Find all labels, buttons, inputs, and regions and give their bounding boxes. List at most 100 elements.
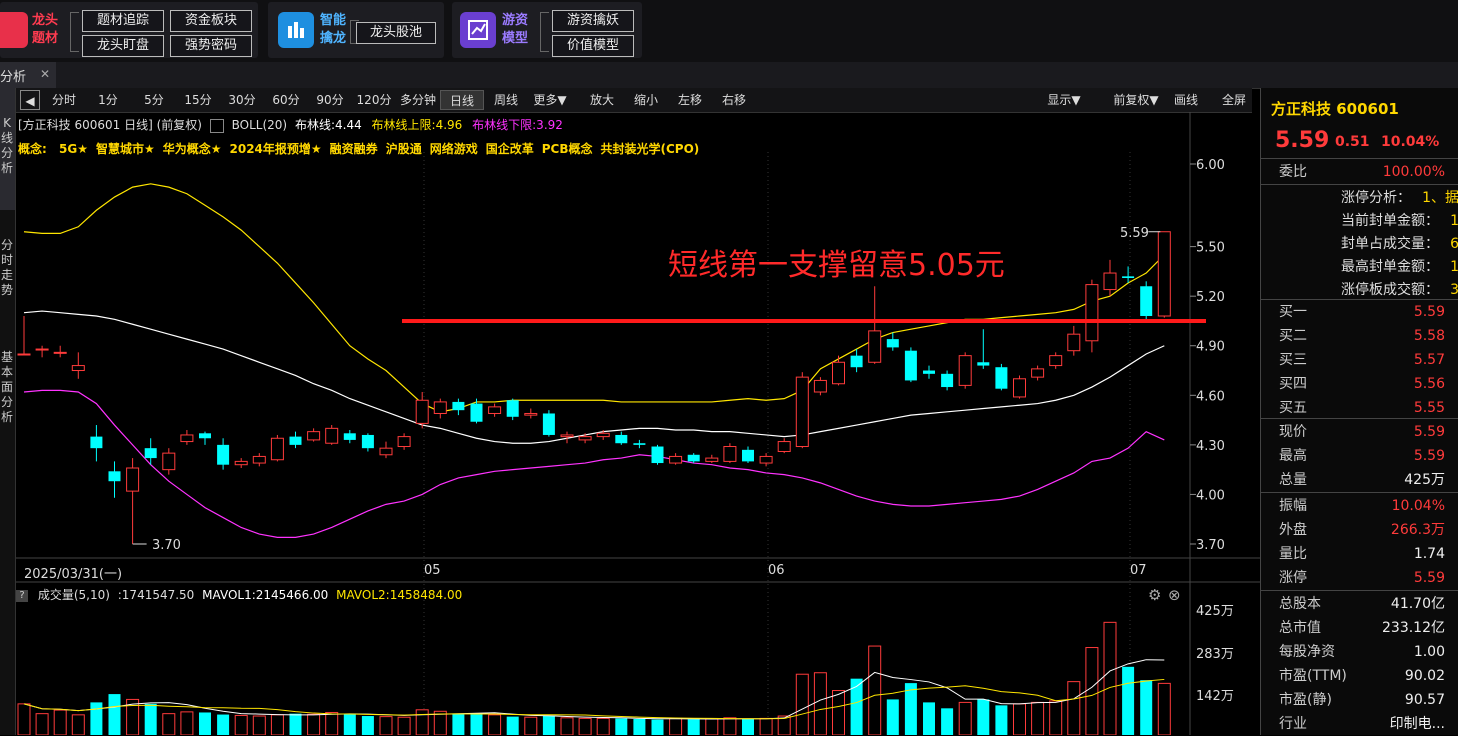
volume-bar bbox=[53, 709, 67, 735]
price-tick-label: 6.00 bbox=[1196, 158, 1225, 173]
collapse-icon[interactable]: ◀ bbox=[20, 90, 40, 110]
close-icon[interactable]: ⊗ bbox=[1168, 586, 1181, 604]
candle-body bbox=[813, 379, 827, 393]
candle-body bbox=[995, 367, 1008, 389]
candle-body bbox=[832, 361, 845, 385]
chart-area[interactable]: 6.00 5.50 5.20 4.90 4.60 4.30 4.00 3.70 bbox=[16, 112, 1260, 735]
price-tick-label: 4.90 bbox=[1196, 340, 1225, 355]
boll-lower-line bbox=[23, 389, 1165, 538]
volume-bar bbox=[1067, 681, 1081, 735]
month-label-06: 06 bbox=[768, 563, 785, 578]
toolbar-btn-4[interactable]: 30分 bbox=[220, 90, 264, 110]
toolbar-btn-5[interactable]: 60分 bbox=[264, 90, 308, 110]
volume-bar bbox=[361, 716, 374, 735]
volume-header: ? 成交量(5,10) :1741547.50 MAVOL1:2145466.0… bbox=[16, 586, 462, 604]
max-price-label: 5.59 bbox=[1120, 226, 1149, 241]
stat-row: 市盈(TTM) 90.02 bbox=[1279, 668, 1445, 684]
candle-body bbox=[941, 373, 954, 388]
toolbar-btn-6[interactable]: 90分 bbox=[308, 90, 352, 110]
volume-bar bbox=[923, 702, 935, 735]
volume-bar bbox=[470, 714, 483, 735]
toolbar-btn-18[interactable]: 画线 bbox=[1164, 90, 1208, 110]
volume-bar bbox=[343, 714, 356, 735]
candle-body bbox=[742, 449, 754, 462]
toolbar-btn-12[interactable]: 放大 bbox=[580, 90, 624, 110]
candle-body bbox=[1031, 368, 1045, 378]
month-label-07: 07 bbox=[1130, 563, 1147, 578]
value-model-button[interactable]: 价值模型 bbox=[552, 35, 634, 57]
dragon-pool-button[interactable]: 龙头股池 bbox=[356, 22, 436, 44]
mavol1-line bbox=[23, 659, 1165, 720]
theme-tracking-button[interactable]: 题材追踪 bbox=[82, 10, 164, 32]
candle-body bbox=[252, 455, 266, 464]
toolbar-btn-15[interactable]: 右移 bbox=[712, 90, 756, 110]
volume-bar bbox=[325, 711, 339, 735]
limit-info-row: 封单占成交量： 6 bbox=[1341, 236, 1458, 252]
volume-bar bbox=[217, 714, 230, 735]
price-tick-label: 5.20 bbox=[1196, 290, 1225, 305]
toolbar-btn-16[interactable]: 显示▼ bbox=[1034, 90, 1094, 110]
volume-bar bbox=[180, 711, 194, 735]
candle-body bbox=[868, 330, 882, 363]
kline-analysis-tab[interactable]: K线分析 bbox=[0, 116, 14, 176]
date-label: 2025/03/31(一) bbox=[24, 567, 123, 582]
toolbar-btn-2[interactable]: 5分 bbox=[132, 90, 176, 110]
capital-sector-button[interactable]: 资金板块 bbox=[170, 10, 252, 32]
gear-icon[interactable]: ⚙ bbox=[1148, 586, 1161, 604]
candle-body bbox=[560, 434, 574, 438]
toolbar-btn-10[interactable]: 周线 bbox=[484, 90, 528, 110]
toolbar-btn-7[interactable]: 120分 bbox=[352, 90, 396, 110]
bid-row: 买五 5.55 bbox=[1279, 400, 1445, 416]
stat-row: 现价 5.59 bbox=[1279, 424, 1445, 440]
stat-row: 量比 1.74 bbox=[1279, 546, 1445, 562]
left-strip: K线分析 分时走势 基本面分析 bbox=[0, 88, 16, 735]
volume-bar bbox=[669, 717, 683, 735]
volume-bar bbox=[1085, 647, 1099, 735]
limit-info-row: 最高封单金额： 1 bbox=[1341, 259, 1458, 275]
boll-mid-line bbox=[23, 310, 1165, 444]
dragon-watch-button[interactable]: 龙头盯盘 bbox=[82, 35, 164, 57]
tab-close-icon[interactable]: ✕ bbox=[40, 67, 50, 81]
dragon-theme-icon[interactable] bbox=[0, 12, 28, 48]
help-icon[interactable]: ? bbox=[16, 589, 28, 602]
youzi-capture-button[interactable]: 游资擒妖 bbox=[552, 10, 634, 32]
candle-body bbox=[53, 351, 67, 354]
volume-bar bbox=[868, 645, 882, 735]
candle-body bbox=[723, 446, 737, 462]
price-tick-label: 4.60 bbox=[1196, 389, 1225, 404]
candle-body bbox=[108, 471, 121, 482]
candle-body bbox=[958, 355, 972, 386]
volume-bar bbox=[433, 710, 447, 735]
volume-bar bbox=[687, 719, 700, 735]
toolbar-btn-8[interactable]: 多分钟 bbox=[396, 90, 440, 110]
volume-bar bbox=[578, 717, 592, 735]
timeshare-tab[interactable]: 分时走势 bbox=[0, 238, 14, 298]
volume-bar bbox=[742, 718, 754, 735]
vol-axis-label-3: 142万 bbox=[1196, 689, 1234, 704]
candle-body bbox=[35, 348, 49, 351]
fundamental-tab[interactable]: 基本面分析 bbox=[0, 350, 14, 425]
tab-row: 分析 ✕ bbox=[0, 62, 1458, 89]
candle-body bbox=[433, 401, 447, 414]
smart-dragon-icon[interactable] bbox=[278, 12, 314, 48]
strong-code-button[interactable]: 强势密码 bbox=[170, 35, 252, 57]
vol-axis-label-1: 425万 bbox=[1196, 604, 1234, 619]
toolbar-btn-3[interactable]: 15分 bbox=[176, 90, 220, 110]
toolbar-btn-11[interactable]: 更多▼ bbox=[528, 90, 572, 110]
candle-body bbox=[289, 436, 302, 445]
toolbar-btn-19[interactable]: 全屏 bbox=[1212, 90, 1256, 110]
candle-body bbox=[180, 434, 194, 443]
candle-body bbox=[361, 434, 374, 449]
toolbar-btn-9[interactable]: 日线 bbox=[440, 90, 484, 110]
toolbar-btn-13[interactable]: 缩小 bbox=[624, 90, 668, 110]
toolbar-btn-0[interactable]: 分时 bbox=[44, 90, 84, 110]
vol-axis-label-2: 283万 bbox=[1196, 647, 1234, 662]
tab-analysis[interactable]: 分析 ✕ bbox=[0, 62, 56, 88]
candle-body bbox=[199, 433, 211, 439]
toolbar-btn-14[interactable]: 左移 bbox=[668, 90, 712, 110]
toolbar-btn-1[interactable]: 1分 bbox=[88, 90, 128, 110]
volume-bar bbox=[71, 714, 85, 735]
dragon-theme-group: 龙头 题材 题材追踪 资金板块 龙头盯盘 强势密码 bbox=[0, 2, 258, 58]
candle-body bbox=[542, 413, 555, 435]
youzi-model-icon[interactable] bbox=[460, 12, 496, 48]
